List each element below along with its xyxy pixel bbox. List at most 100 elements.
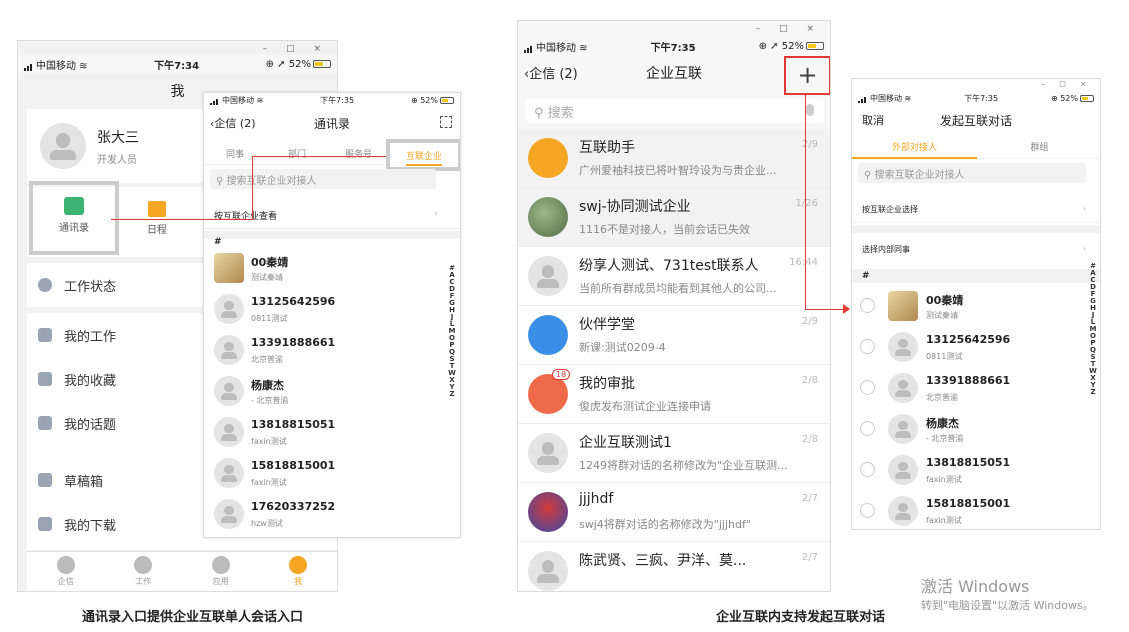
connector-line [252,156,253,220]
contact-row[interactable]: 13391888661 北京普渝 [204,331,446,372]
chat-row[interactable]: 企业互联测试1 1249将群对话的名称修改为"企业互联测... 2/8 [518,424,830,483]
checkbox[interactable] [860,339,875,354]
tab-colleagues[interactable]: 同事 [226,147,244,160]
alpha-index-letter[interactable]: Z [1088,389,1098,396]
tab-interconnect[interactable]: 互联企业 [386,139,460,171]
contacts-shortcut[interactable]: 通讯录 [29,181,119,255]
carrier-text: 中国移动 [36,60,76,72]
tab-me[interactable]: 我 [289,556,308,587]
add-button[interactable]: + [784,56,830,95]
chat-row[interactable]: 18 我的审批 俊虎发布测试企业连接申请 2/8 [518,365,830,424]
calendar-icon [148,201,166,217]
tab-apps[interactable]: 应用 [211,556,230,587]
search-icon: ⚲ [534,106,544,121]
start-chat-window: – □ × 中国移动 ≋ 下午7:35 ⊕ 52% 取消 发起互联对话 外部对接… [851,78,1101,530]
avatar[interactable] [40,123,86,169]
avatar [214,417,244,447]
chat-row[interactable]: swj-协同测试企业 1116不是对接人，当前会话已失效 1/26 [518,188,830,247]
contact-row[interactable]: 13818815051 faxin测试 [204,413,446,454]
contact-row[interactable]: 17620337252 hzw测试 [204,495,446,536]
battery-icon [440,96,454,104]
alpha-index[interactable]: # A C D F G H J L M O P Q S T W X Y Z [447,265,457,398]
mic-icon[interactable] [806,104,814,116]
avatar [888,455,918,485]
contact-row[interactable]: 13125642596 0811测试 [852,328,1086,369]
contact-row[interactable]: 13818815051 faxin测试 [852,451,1086,492]
avatar [214,335,244,365]
contact-row[interactable]: 00秦靖 测试秦靖 [204,249,446,290]
section-header: # [214,237,222,247]
contacts-title: 通讯录 [313,117,350,131]
avatar [888,291,918,321]
tab-groups[interactable]: 群组 [977,131,1100,159]
calendar-shortcut[interactable]: 日程 [127,195,187,236]
select-by-company[interactable]: 按互联企业选择 › [852,195,1100,223]
tab-qixin[interactable]: 企信 [56,556,75,587]
avatar [888,373,918,403]
partner-school-icon [528,315,568,355]
group-avatar [528,551,568,591]
contacts-label: 通讯录 [59,223,89,234]
connector-line [805,94,806,310]
chat-row[interactable]: 互联助手 广州爱袖科技已将叶智玲设为与贵企业... 2/9 [518,129,830,188]
contacts-list: 00秦靖 测试秦靖 13125642596 0811测试 13391888661 北京… [204,249,446,537]
avatar [214,294,244,324]
chat-row[interactable]: 伙伴学堂 新课:测试0209-4 2/9 [518,306,830,365]
status-time: 下午7:34 [154,60,200,72]
chat-icon [56,556,75,574]
select-internal-colleagues[interactable]: 选择内部同事 › [852,235,1100,263]
avatar [888,332,918,362]
checkbox[interactable] [860,421,875,436]
contact-row[interactable]: 杨康杰 - 北京普渝 [204,372,446,413]
contacts-window: 中国移动 ≋ 下午7:35 ⊕ 52% ‹企信 (2) 通讯录 同事 部门 服务… [203,92,461,538]
work-icon [134,556,153,574]
tab-service[interactable]: 服务号 [345,147,372,160]
tab-bar: 企信 工作 应用 我 [27,551,337,591]
clock-icon [38,278,52,292]
section-header: # [862,271,870,281]
avatar [888,414,918,444]
interconnect-assistant-icon [528,138,568,178]
tab-departments[interactable]: 部门 [288,147,306,160]
checkbox[interactable] [860,503,875,518]
chat-list: 互联助手 广州爱袖科技已将叶智玲设为与贵企业... 2/9 swj-协同测试企业 11… [518,129,830,591]
topic-icon [38,416,52,430]
battery-icon [1080,94,1094,102]
browse-by-company[interactable]: 按互联企业查看 › [204,199,460,229]
contact-row[interactable]: 00秦靖 测试秦靖 [852,287,1086,328]
caption-right: 企业互联内支持发起互联对话 [716,610,886,625]
window-controls[interactable]: – □ × [756,24,822,34]
battery-text: 52% [288,58,311,70]
checkbox[interactable] [860,380,875,395]
contact-row[interactable]: 13125642596 0811测试 [204,290,446,331]
chat-row[interactable]: jjjhdf swj4将群对话的名称修改为"jjjhdf" 2/7 [518,483,830,542]
person-icon [289,556,308,574]
user-name: 张大三 [97,130,139,146]
alpha-index[interactable]: # A C D F G H J L M O P Q S T W X Y Z [1088,263,1098,396]
contact-row[interactable]: 13391888661 北京普渝 [852,369,1086,410]
chat-row[interactable]: 陈武贤、三疯、尹洋、莫... 2/7 [518,542,830,591]
alpha-index-letter[interactable]: Z [447,391,457,398]
search-input[interactable]: ⚲ 搜索互联企业对接人 [210,169,436,189]
drafts-icon [38,473,52,487]
avatar [528,197,568,237]
contact-row[interactable]: 杨康杰 - 北京普渝 [852,410,1086,451]
checkbox[interactable] [860,298,875,313]
contact-row[interactable]: 15818815001 faxin测试 [852,492,1086,529]
window-controls[interactable]: – □ × [263,44,329,54]
window-controls[interactable]: – □ × [1042,80,1092,88]
tab-work[interactable]: 工作 [134,556,153,587]
search-input[interactable]: ⚲ 搜索 [526,99,824,123]
interconnect-window: – □ × 中国移动 ≋ 下午7:35 ⊕ ➚ 52% ‹企信 (2) 企业互联… [517,20,831,592]
search-input[interactable]: ⚲ 搜索互联企业对接人 [858,163,1086,183]
caption-left: 通讯录入口提供企业互联单人会话入口 [82,610,304,625]
tab-external-contacts[interactable]: 外部对接人 [852,131,977,159]
checkbox[interactable] [860,462,875,477]
contacts-icon [64,197,84,215]
contact-row[interactable]: 15818815001 faxin测试 [204,454,446,495]
avatar [214,499,244,529]
chevron-right-icon: › [1082,244,1086,253]
scan-icon[interactable] [440,116,452,128]
activation-watermark: 激活 Windows 转到"电脑设置"以激活 Windows。 [921,577,1094,612]
chat-row[interactable]: 纷享人测试、731test联系人 当前所有群成员均能看到其他人的公司... 16:4… [518,247,830,306]
